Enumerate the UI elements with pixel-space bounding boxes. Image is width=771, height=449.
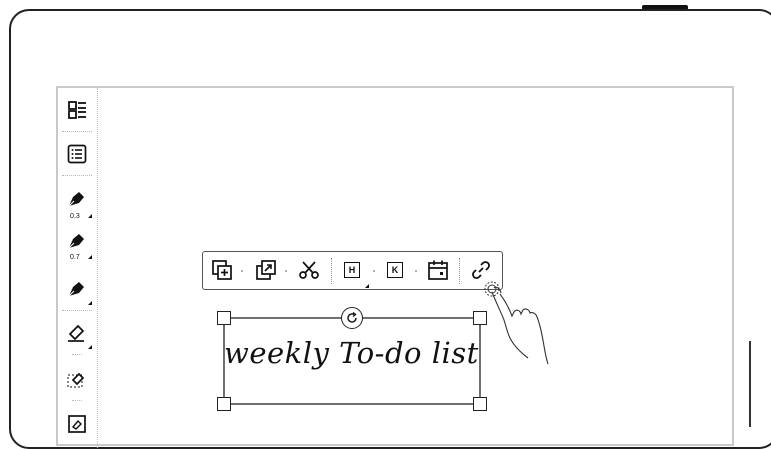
handwritten-title: weekly To-do list bbox=[224, 336, 479, 370]
rotate-handle[interactable] bbox=[341, 307, 363, 329]
rotate-icon bbox=[347, 311, 357, 323]
resize-handle-bottom-left[interactable] bbox=[217, 397, 231, 411]
tap-hand-icon bbox=[484, 281, 549, 365]
resize-handle-bottom-right[interactable] bbox=[473, 397, 487, 411]
resize-handle-top-left[interactable] bbox=[217, 311, 231, 325]
